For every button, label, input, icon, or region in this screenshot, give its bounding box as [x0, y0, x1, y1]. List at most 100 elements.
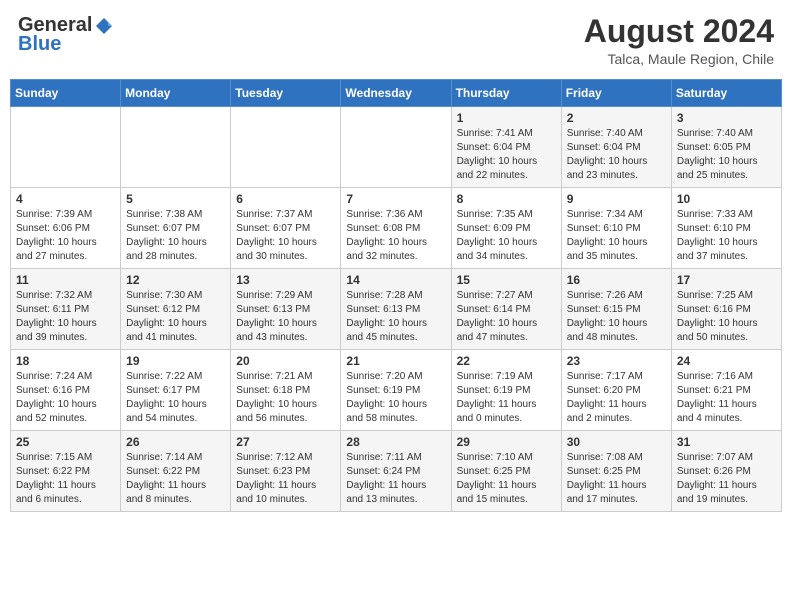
month-year: August 2024 — [584, 14, 774, 49]
calendar-cell — [11, 107, 121, 188]
day-number: 13 — [236, 273, 335, 287]
day-info: Sunrise: 7:28 AMSunset: 6:13 PMDaylight:… — [346, 289, 445, 345]
day-info: Sunrise: 7:39 AMSunset: 6:06 PMDaylight:… — [16, 208, 115, 264]
calendar-cell: 28 Sunrise: 7:11 AMSunset: 6:24 PMDayligh… — [341, 431, 451, 512]
day-info: Sunrise: 7:17 AMSunset: 6:20 PMDaylight:… — [567, 370, 666, 426]
calendar-week-1: 1 Sunrise: 7:41 AMSunset: 6:04 PMDaylight… — [11, 107, 782, 188]
day-number: 23 — [567, 354, 666, 368]
calendar-cell: 14 Sunrise: 7:28 AMSunset: 6:13 PMDayligh… — [341, 269, 451, 350]
day-header-wednesday: Wednesday — [341, 80, 451, 107]
calendar-cell: 5 Sunrise: 7:38 AMSunset: 6:07 PMDaylight… — [121, 188, 231, 269]
day-header-tuesday: Tuesday — [231, 80, 341, 107]
calendar-cell: 6 Sunrise: 7:37 AMSunset: 6:07 PMDaylight… — [231, 188, 341, 269]
day-number: 31 — [677, 435, 776, 449]
day-number: 24 — [677, 354, 776, 368]
day-number: 4 — [16, 192, 115, 206]
day-number: 28 — [346, 435, 445, 449]
day-info: Sunrise: 7:08 AMSunset: 6:25 PMDaylight:… — [567, 451, 666, 507]
day-info: Sunrise: 7:26 AMSunset: 6:15 PMDaylight:… — [567, 289, 666, 345]
calendar-cell: 29 Sunrise: 7:10 AMSunset: 6:25 PMDayligh… — [451, 431, 561, 512]
day-info: Sunrise: 7:11 AMSunset: 6:24 PMDaylight:… — [346, 451, 445, 507]
day-info: Sunrise: 7:24 AMSunset: 6:16 PMDaylight:… — [16, 370, 115, 426]
calendar-cell: 27 Sunrise: 7:12 AMSunset: 6:23 PMDayligh… — [231, 431, 341, 512]
logo-blue: Blue — [18, 33, 61, 56]
calendar-header-row: SundayMondayTuesdayWednesdayThursdayFrid… — [11, 80, 782, 107]
day-number: 12 — [126, 273, 225, 287]
day-info: Sunrise: 7:34 AMSunset: 6:10 PMDaylight:… — [567, 208, 666, 264]
logo: General Blue — [18, 14, 116, 56]
calendar-cell: 8Sunrise: 7:35 AMSunset: 6:09 PMDaylight… — [451, 188, 561, 269]
day-header-thursday: Thursday — [451, 80, 561, 107]
day-info: Sunrise: 7:29 AMSunset: 6:13 PMDaylight:… — [236, 289, 335, 345]
calendar-cell: 20Sunrise: 7:21 AMSunset: 6:18 PMDayligh… — [231, 350, 341, 431]
calendar-cell: 18 Sunrise: 7:24 AMSunset: 6:16 PMDayligh… — [11, 350, 121, 431]
day-header-monday: Monday — [121, 80, 231, 107]
calendar-cell: 13 Sunrise: 7:29 AMSunset: 6:13 PMDayligh… — [231, 269, 341, 350]
day-number: 16 — [567, 273, 666, 287]
day-number: 2 — [567, 111, 666, 125]
day-info: Sunrise: 7:40 AMSunset: 6:04 PMDaylight:… — [567, 127, 666, 183]
calendar-week-3: 11 Sunrise: 7:32 AMSunset: 6:11 PMDayligh… — [11, 269, 782, 350]
day-header-friday: Friday — [561, 80, 671, 107]
day-number: 9 — [567, 192, 666, 206]
day-info: Sunrise: 7:19 AMSunset: 6:19 PMDaylight:… — [457, 370, 556, 426]
day-number: 1 — [457, 111, 556, 125]
day-info: Sunrise: 7:15 AMSunset: 6:22 PMDaylight:… — [16, 451, 115, 507]
calendar-cell: 3Sunrise: 7:40 AMSunset: 6:05 PMDaylight… — [671, 107, 781, 188]
day-info: Sunrise: 7:33 AMSunset: 6:10 PMDaylight:… — [677, 208, 776, 264]
day-number: 8 — [457, 192, 556, 206]
day-info: Sunrise: 7:12 AMSunset: 6:23 PMDaylight:… — [236, 451, 335, 507]
day-number: 22 — [457, 354, 556, 368]
day-number: 26 — [126, 435, 225, 449]
calendar-cell — [121, 107, 231, 188]
location: Talca, Maule Region, Chile — [584, 51, 774, 67]
day-header-sunday: Sunday — [11, 80, 121, 107]
day-number: 6 — [236, 192, 335, 206]
calendar-cell: 26 Sunrise: 7:14 AMSunset: 6:22 PMDayligh… — [121, 431, 231, 512]
day-number: 11 — [16, 273, 115, 287]
calendar-cell: 10 Sunrise: 7:33 AMSunset: 6:10 PMDayligh… — [671, 188, 781, 269]
day-header-saturday: Saturday — [671, 80, 781, 107]
calendar-cell: 17 Sunrise: 7:25 AMSunset: 6:16 PMDayligh… — [671, 269, 781, 350]
calendar-cell: 7Sunrise: 7:36 AMSunset: 6:08 PMDaylight… — [341, 188, 451, 269]
day-info: Sunrise: 7:38 AMSunset: 6:07 PMDaylight:… — [126, 208, 225, 264]
day-number: 10 — [677, 192, 776, 206]
day-info: Sunrise: 7:16 AMSunset: 6:21 PMDaylight:… — [677, 370, 776, 426]
calendar-table: SundayMondayTuesdayWednesdayThursdayFrid… — [10, 79, 782, 512]
calendar-week-4: 18 Sunrise: 7:24 AMSunset: 6:16 PMDayligh… — [11, 350, 782, 431]
day-info: Sunrise: 7:21 AMSunset: 6:18 PMDaylight:… — [236, 370, 335, 426]
day-info: Sunrise: 7:30 AMSunset: 6:12 PMDaylight:… — [126, 289, 225, 345]
day-number: 14 — [346, 273, 445, 287]
day-info: Sunrise: 7:07 AMSunset: 6:26 PMDaylight:… — [677, 451, 776, 507]
calendar-cell: 22 Sunrise: 7:19 AMSunset: 6:19 PMDayligh… — [451, 350, 561, 431]
day-number: 18 — [16, 354, 115, 368]
calendar-cell: 15 Sunrise: 7:27 AMSunset: 6:14 PMDayligh… — [451, 269, 561, 350]
day-info: Sunrise: 7:14 AMSunset: 6:22 PMDaylight:… — [126, 451, 225, 507]
calendar-cell: 19Sunrise: 7:22 AMSunset: 6:17 PMDayligh… — [121, 350, 231, 431]
calendar-cell: 21Sunrise: 7:20 AMSunset: 6:19 PMDayligh… — [341, 350, 451, 431]
day-number: 17 — [677, 273, 776, 287]
calendar-cell: 16 Sunrise: 7:26 AMSunset: 6:15 PMDayligh… — [561, 269, 671, 350]
day-info: Sunrise: 7:25 AMSunset: 6:16 PMDaylight:… — [677, 289, 776, 345]
day-info: Sunrise: 7:37 AMSunset: 6:07 PMDaylight:… — [236, 208, 335, 264]
calendar-week-2: 4 Sunrise: 7:39 AMSunset: 6:06 PMDaylight… — [11, 188, 782, 269]
day-info: Sunrise: 7:20 AMSunset: 6:19 PMDaylight:… — [346, 370, 445, 426]
day-info: Sunrise: 7:41 AMSunset: 6:04 PMDaylight:… — [457, 127, 556, 183]
calendar-cell: 4 Sunrise: 7:39 AMSunset: 6:06 PMDaylight… — [11, 188, 121, 269]
calendar-cell — [231, 107, 341, 188]
day-info: Sunrise: 7:27 AMSunset: 6:14 PMDaylight:… — [457, 289, 556, 345]
day-number: 15 — [457, 273, 556, 287]
calendar-cell: 1 Sunrise: 7:41 AMSunset: 6:04 PMDaylight… — [451, 107, 561, 188]
day-number: 25 — [16, 435, 115, 449]
calendar-cell: 30 Sunrise: 7:08 AMSunset: 6:25 PMDayligh… — [561, 431, 671, 512]
day-number: 29 — [457, 435, 556, 449]
day-number: 30 — [567, 435, 666, 449]
calendar-cell: 25 Sunrise: 7:15 AMSunset: 6:22 PMDayligh… — [11, 431, 121, 512]
day-number: 27 — [236, 435, 335, 449]
calendar-cell: 23 Sunrise: 7:17 AMSunset: 6:20 PMDayligh… — [561, 350, 671, 431]
day-info: Sunrise: 7:32 AMSunset: 6:11 PMDaylight:… — [16, 289, 115, 345]
day-info: Sunrise: 7:10 AMSunset: 6:25 PMDaylight:… — [457, 451, 556, 507]
logo-icon — [94, 16, 114, 36]
day-number: 7 — [346, 192, 445, 206]
day-number: 5 — [126, 192, 225, 206]
